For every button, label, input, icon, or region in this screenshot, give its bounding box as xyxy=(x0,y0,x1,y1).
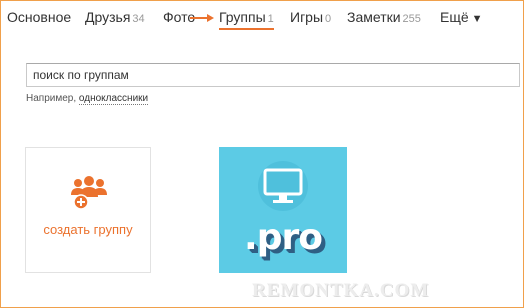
add-group-icon xyxy=(71,176,107,210)
profile-nav: Основное Друзья 34 Фото Группы 1 Игры 0 Зам… xyxy=(0,0,524,34)
group-search-input[interactable] xyxy=(26,63,520,87)
search-hint-prefix: Например, xyxy=(26,93,79,104)
nav-item-friends-label: Друзья xyxy=(85,9,131,25)
watermark: REMONTKA.COM xyxy=(252,280,430,301)
chevron-down-icon: ▼ xyxy=(471,13,483,25)
create-group-card[interactable]: создать группу xyxy=(25,147,151,273)
nav-item-groups-label: Группы xyxy=(219,9,266,25)
nav-item-groups[interactable]: Группы 1 xyxy=(219,9,274,30)
nav-item-notes[interactable]: Заметки 255 xyxy=(347,9,421,25)
nav-item-main[interactable]: Основное xyxy=(7,9,71,25)
nav-item-more[interactable]: Ещё ▼ xyxy=(440,9,483,25)
nav-item-friends-count: 34 xyxy=(132,13,145,25)
nav-item-games[interactable]: Игры 0 xyxy=(290,9,331,25)
nav-item-more-label: Ещё xyxy=(440,9,469,25)
nav-item-notes-count: 255 xyxy=(402,13,421,25)
create-group-label: создать группу xyxy=(43,222,133,237)
search-hint: Например, одноклассники xyxy=(26,93,149,105)
nav-item-main-label: Основное xyxy=(7,9,72,25)
group-logo-text: .pro xyxy=(244,217,323,258)
group-card-remontka-pro[interactable]: .pro xyxy=(219,147,347,273)
search-hint-example-link[interactable]: одноклассники xyxy=(78,93,149,105)
nav-item-games-label: Игры xyxy=(290,9,324,25)
nav-item-games-count: 0 xyxy=(325,13,332,25)
nav-item-groups-count: 1 xyxy=(267,13,274,25)
monitor-icon xyxy=(258,161,308,211)
nav-item-friends[interactable]: Друзья 34 xyxy=(85,9,145,25)
nav-item-notes-label: Заметки xyxy=(347,9,401,25)
arrow-right-icon xyxy=(190,14,214,22)
